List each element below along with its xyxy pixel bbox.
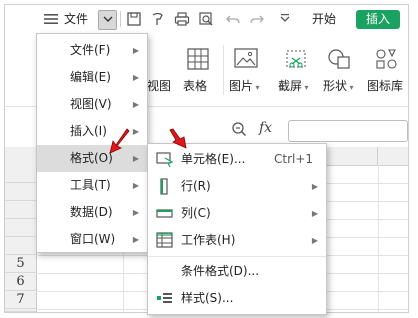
- row-header[interactable]: [5, 219, 36, 237]
- chevron-down-icon: ▾: [302, 83, 309, 92]
- row-header-bar: 5 6 7 8: [5, 165, 37, 312]
- dropdown-icon[interactable]: [98, 10, 117, 30]
- redo-icon[interactable]: [249, 11, 265, 27]
- row-header[interactable]: [5, 165, 36, 183]
- menu-item-file[interactable]: 文件(F) ▶: [37, 37, 147, 64]
- toolbar-divider: [120, 11, 121, 27]
- chevron-right-icon: ▶: [132, 46, 139, 55]
- icon-library-icon[interactable]: [375, 48, 399, 70]
- menu-item-edit[interactable]: 编辑(E) ▶: [37, 64, 147, 91]
- print-preview-icon[interactable]: [198, 11, 214, 27]
- submenu-item-conditional-format[interactable]: 条件格式(D)...: [148, 258, 326, 285]
- submenu-item-worksheet[interactable]: 工作表(H) ▶: [148, 227, 326, 254]
- menu-item-view[interactable]: 视图(V) ▶: [37, 91, 147, 118]
- submenu-item-label: 样式(S)...: [181, 291, 234, 305]
- chevron-down-icon: ▾: [253, 83, 260, 92]
- submenu-item-shortcut: Ctrl+1: [274, 152, 314, 166]
- submenu-item-column[interactable]: 列(C) ▶: [148, 200, 326, 227]
- submenu-item-label: 条件格式(D)...: [181, 264, 260, 278]
- pointer-arrow-format: [109, 128, 130, 154]
- format-painter-icon[interactable]: [150, 11, 166, 27]
- ribbon-screenshot-label: 截屏: [278, 79, 303, 93]
- menu-item-label: 数据(D): [70, 205, 113, 219]
- menu-item-label: 文件(F): [70, 43, 111, 57]
- submenu-item-label: 列(C): [181, 206, 211, 220]
- chevron-right-icon: ▶: [132, 181, 139, 190]
- picture-icon[interactable]: [234, 48, 258, 70]
- row-header-6[interactable]: 6: [5, 273, 36, 291]
- menu-item-data[interactable]: 数据(D) ▶: [37, 199, 147, 226]
- fx-label[interactable]: fx: [259, 120, 272, 136]
- row-header[interactable]: [5, 201, 36, 219]
- hamburger-icon[interactable]: [43, 11, 59, 27]
- menu-item-label: 编辑(E): [70, 70, 111, 84]
- menu-item-label: 插入(I): [70, 124, 107, 138]
- undo-icon[interactable]: [225, 11, 241, 27]
- ribbon-view-button[interactable]: 视图: [147, 77, 171, 94]
- style-icon: [156, 290, 173, 307]
- screenshot-icon[interactable]: [284, 48, 308, 70]
- submenu-item-row[interactable]: 行(R) ▶: [148, 173, 326, 200]
- customize-icon[interactable]: [277, 11, 293, 27]
- chevron-down-icon: ▾: [347, 83, 354, 92]
- formula-input[interactable]: [288, 120, 408, 142]
- main-dropdown-menu: 文件(F) ▶ 编辑(E) ▶ 视图(V) ▶ 插入(I) ▶ 格式(O) ▶ …: [36, 33, 148, 253]
- chevron-right-icon: ▶: [132, 73, 139, 82]
- table-icon[interactable]: [187, 48, 209, 70]
- grid-line: [378, 165, 379, 312]
- chevron-right-icon: ▶: [132, 154, 139, 163]
- row-header-7[interactable]: 7: [5, 291, 36, 309]
- submenu-item-label: 工作表(H): [181, 233, 236, 247]
- menu-item-window[interactable]: 窗口(W) ▶: [37, 226, 147, 253]
- ribbon-screenshot-button[interactable]: 截屏 ▾: [278, 77, 309, 94]
- chevron-right-icon: ▶: [132, 235, 139, 244]
- tab-insert[interactable]: 插入: [356, 10, 400, 29]
- worksheet-icon: [156, 232, 173, 249]
- chevron-right-icon: ▶: [311, 209, 318, 218]
- column-icon: [156, 205, 173, 222]
- chevron-right-icon: ▶: [311, 182, 318, 191]
- tab-start[interactable]: 开始: [312, 11, 336, 27]
- row-header-5[interactable]: 5: [5, 255, 36, 273]
- chevron-right-icon: ▶: [132, 208, 139, 217]
- ribbon-icon-library-button[interactable]: 图标库: [367, 77, 403, 94]
- ribbon-picture-label: 图片: [229, 79, 254, 93]
- chevron-right-icon: ▶: [132, 127, 139, 136]
- ribbon-table-button[interactable]: 表格: [183, 77, 207, 94]
- file-menu-label[interactable]: 文件: [64, 11, 88, 27]
- row-header[interactable]: [5, 183, 36, 201]
- menu-item-label: 工具(T): [70, 178, 111, 192]
- shapes-icon[interactable]: [327, 48, 353, 70]
- submenu-item-style[interactable]: 样式(S)...: [148, 285, 326, 312]
- ribbon-shapes-button[interactable]: 形状 ▾: [323, 77, 354, 94]
- row-header-8[interactable]: 8: [5, 309, 36, 312]
- row-header[interactable]: [5, 237, 36, 255]
- row-icon: [156, 178, 173, 195]
- zoom-icon[interactable]: [231, 121, 247, 137]
- submenu-item-label: 行(R): [181, 179, 211, 193]
- chevron-right-icon: ▶: [311, 236, 318, 245]
- chevron-right-icon: ▶: [132, 100, 139, 109]
- pointer-arrow-cells: [169, 128, 187, 149]
- menu-item-label: 窗口(W): [70, 232, 116, 246]
- save-icon[interactable]: [126, 11, 142, 27]
- format-submenu: 单元格(E)... Ctrl+1 行(R) ▶ 列(C) ▶ 工作表(H) ▶ …: [147, 143, 327, 315]
- ribbon-shapes-label: 形状: [323, 79, 348, 93]
- menu-item-label: 视图(V): [70, 97, 112, 111]
- menu-item-tools[interactable]: 工具(T) ▶: [37, 172, 147, 199]
- submenu-separator: [148, 256, 326, 257]
- ribbon-picture-button[interactable]: 图片 ▾: [229, 77, 260, 94]
- print-icon[interactable]: [174, 11, 190, 27]
- quick-toolbar: 文件 开始 插入: [5, 5, 408, 33]
- ribbon-divider: [223, 45, 224, 95]
